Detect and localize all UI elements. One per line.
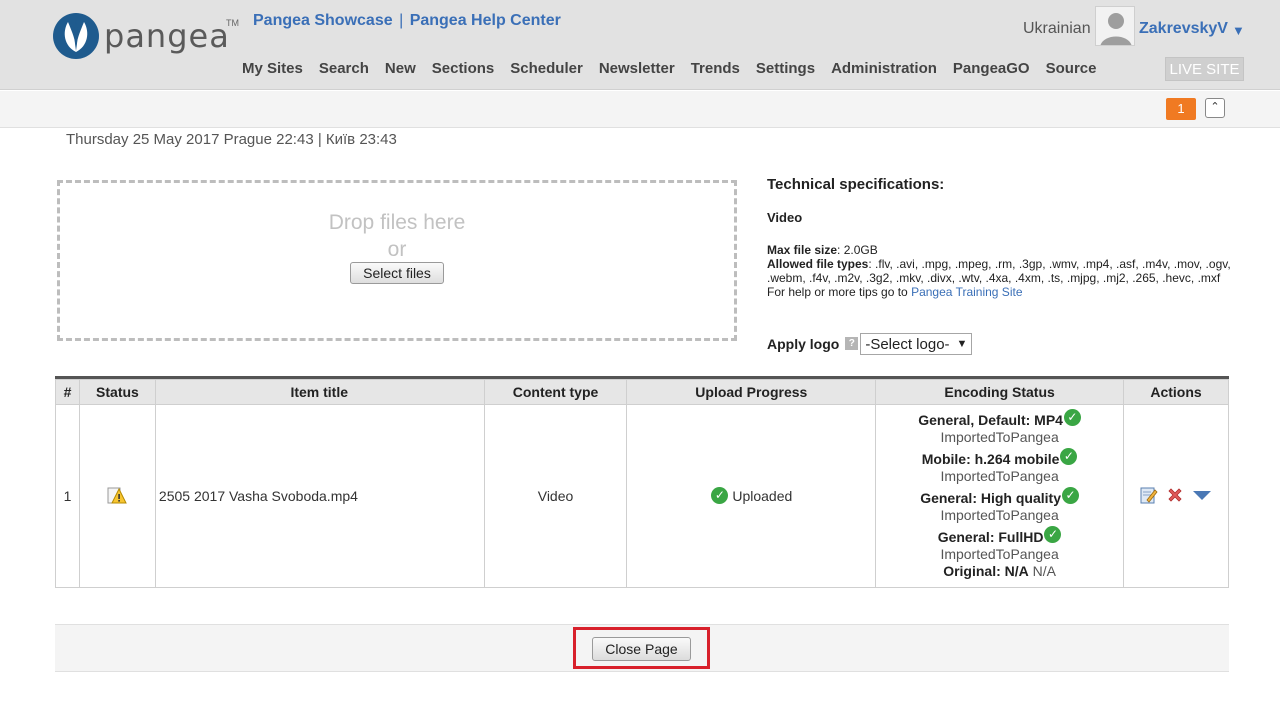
original-value: N/A [1032, 563, 1056, 579]
chevron-down-icon[interactable]: ▼ [1232, 23, 1245, 38]
row-number: 1 [55, 404, 80, 588]
nav-trends[interactable]: Trends [691, 60, 740, 77]
collapse-up-icon[interactable]: ⌃ [1205, 98, 1225, 118]
main-nav: My Sites Search New Sections Scheduler N… [242, 60, 1112, 77]
progress-text: Uploaded [732, 487, 793, 504]
max-file-size-value: : 2.0GB [837, 243, 878, 257]
encoding-profile: Mobile: h.264 mobile ✓ ImportedToPangea [876, 448, 1123, 485]
logo-trademark: TM [226, 18, 239, 28]
live-site-button[interactable]: LIVE SITE [1165, 57, 1244, 81]
notification-badge[interactable]: 1 [1166, 98, 1196, 120]
check-circle-icon: ✓ [1044, 526, 1062, 543]
specs-title: Technical specifications: [767, 176, 945, 193]
nav-pangeago[interactable]: PangeaGO [953, 60, 1030, 77]
nav-scheduler[interactable]: Scheduler [510, 60, 583, 77]
header-number: # [55, 379, 80, 405]
technical-specifications: Technical specifications: Video Max file… [767, 176, 1237, 299]
link-pangea-showcase[interactable]: Pangea Showcase [253, 12, 393, 29]
encoding-name: General: FullHD [937, 529, 1044, 545]
check-circle-icon: ✓ [1062, 487, 1079, 504]
dropdown-arrow-icon: ▼ [956, 338, 968, 350]
row-status [78, 404, 156, 588]
pangea-logo[interactable]: pangea TM [52, 12, 239, 62]
avatar[interactable] [1095, 6, 1135, 46]
encoding-name: Mobile: h.264 mobile [921, 451, 1060, 467]
action-icons [1140, 486, 1212, 507]
table-header-row: # Status Item title Content type Upload … [55, 379, 1229, 405]
row-item-title: 2505 2017 Vasha Svoboda.mp4 [154, 404, 485, 588]
more-dropdown-icon[interactable] [1192, 488, 1212, 504]
app-header: pangea TM Pangea Showcase | Pangea Help … [0, 0, 1280, 90]
specs-media-type: Video [767, 210, 803, 225]
encoding-profile: General: FullHD ✓ ImportedToPangea Origin… [876, 526, 1123, 580]
check-circle-icon: ✓ [1063, 409, 1081, 426]
apply-logo-row: Apply logo ? -Select logo- ▼ [767, 333, 973, 355]
help-prefix: For help or more tips go to [767, 285, 912, 299]
encoding-name: General, Default: MP4 [918, 412, 1063, 428]
original-label: Original: N/A [943, 563, 1029, 579]
user-avatar-icon [1096, 7, 1134, 45]
upload-table: # Status Item title Content type Upload … [55, 376, 1229, 588]
nav-newsletter[interactable]: Newsletter [599, 60, 675, 77]
username-menu[interactable]: ZakrevskyV [1139, 20, 1228, 38]
nav-source[interactable]: Source [1046, 60, 1097, 77]
header-encoding-status: Encoding Status [875, 379, 1124, 405]
help-line: For help or more tips go to Pangea Train… [767, 285, 1237, 299]
file-dropzone[interactable]: Drop files here or Select files [57, 180, 737, 341]
row-upload-progress: ✓ Uploaded [626, 404, 877, 588]
max-file-size: Max file size: 2.0GB [767, 243, 1237, 257]
select-files-button[interactable]: Select files [350, 262, 444, 284]
encoding-state: ImportedToPangea [940, 429, 1059, 445]
header-actions: Actions [1123, 379, 1229, 405]
nav-my-sites[interactable]: My Sites [242, 60, 303, 77]
check-circle-icon: ✓ [711, 486, 729, 504]
help-icon[interactable]: ? [845, 336, 859, 350]
logo-select-value: -Select logo- [865, 335, 950, 353]
table-row: 1 2505 2017 Vasha Svoboda.mp4 Video ✓ Upl… [55, 404, 1229, 588]
nav-settings[interactable]: Settings [756, 60, 815, 77]
encoding-name: General: High quality [920, 490, 1061, 506]
link-pangea-help-center[interactable]: Pangea Help Center [410, 12, 561, 29]
drop-files-text: Drop files here [328, 211, 466, 234]
drop-or-text: or [387, 238, 407, 261]
language-selector[interactable]: Ukrainian [1023, 20, 1091, 38]
sub-toolbar: 1 ⌃ [0, 91, 1280, 128]
header-item-title: Item title [154, 379, 485, 405]
check-circle-icon: ✓ [1060, 448, 1078, 465]
max-file-size-label: Max file size [767, 243, 838, 257]
header-content-type: Content type [483, 379, 628, 405]
row-content-type: Video [483, 404, 628, 588]
nav-administration[interactable]: Administration [831, 60, 937, 77]
nav-new[interactable]: New [385, 60, 416, 77]
date-time-line: Thursday 25 May 2017 Prague 22:43 | Київ… [66, 131, 397, 148]
encoding-profile: General, Default: MP4 ✓ ImportedToPangea [876, 409, 1123, 446]
encoding-state: ImportedToPangea [940, 546, 1059, 562]
nav-sections[interactable]: Sections [432, 60, 495, 77]
encoding-state: ImportedToPangea [940, 507, 1059, 523]
allowed-file-types: Allowed file types: .flv, .avi, .mpg, .m… [767, 257, 1237, 285]
pangea-training-site-link[interactable]: Pangea Training Site [911, 285, 1022, 299]
row-encoding-status: General, Default: MP4 ✓ ImportedToPangea … [875, 404, 1124, 588]
header-status: Status [78, 379, 156, 405]
specs-details: Max file size: 2.0GB Allowed file types:… [767, 243, 1237, 299]
top-links-separator: | [399, 12, 404, 29]
footer-bar: Close Page [55, 624, 1229, 672]
delete-icon[interactable] [1166, 486, 1184, 507]
edit-icon[interactable] [1140, 486, 1158, 507]
warning-icon [107, 487, 128, 503]
encoding-profile: General: High quality ✓ ImportedToPangea [876, 487, 1123, 524]
allowed-file-types-label: Allowed file types [767, 257, 869, 271]
row-actions [1123, 404, 1229, 588]
pangea-logo-icon [53, 13, 99, 59]
apply-logo-label: Apply logo [767, 336, 840, 352]
top-links: Pangea Showcase | Pangea Help Center [253, 12, 561, 30]
logo-select[interactable]: -Select logo- ▼ [860, 333, 973, 355]
close-page-button[interactable]: Close Page [592, 637, 691, 661]
nav-search[interactable]: Search [319, 60, 369, 77]
encoding-state: ImportedToPangea [940, 468, 1059, 484]
header-upload-progress: Upload Progress [626, 379, 877, 405]
logo-wordmark: pangea [104, 17, 230, 55]
